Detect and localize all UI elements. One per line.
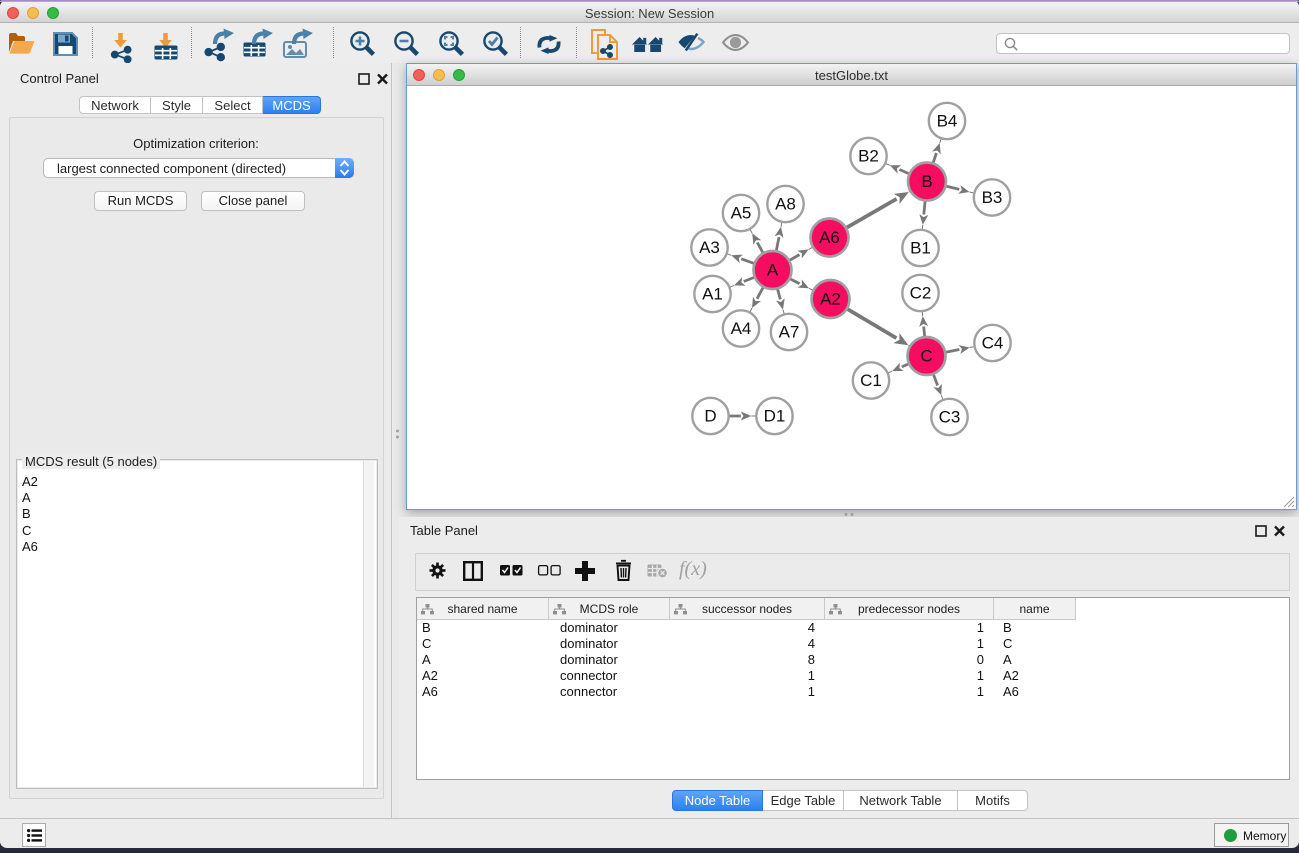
svg-text:C4: C4 xyxy=(982,334,1004,353)
svg-text:B4: B4 xyxy=(937,112,958,131)
svg-text:C3: C3 xyxy=(939,408,961,427)
svg-text:A5: A5 xyxy=(731,204,752,223)
svg-text:A7: A7 xyxy=(779,323,800,342)
svg-text:A4: A4 xyxy=(731,319,752,338)
svg-text:A1: A1 xyxy=(702,285,723,304)
svg-text:D1: D1 xyxy=(764,407,786,426)
svg-text:C2: C2 xyxy=(910,284,932,303)
svg-text:B1: B1 xyxy=(910,239,931,258)
svg-text:A6: A6 xyxy=(819,228,840,247)
svg-text:A3: A3 xyxy=(699,238,720,257)
svg-text:D: D xyxy=(704,407,716,426)
svg-text:B3: B3 xyxy=(982,188,1003,207)
svg-text:A2: A2 xyxy=(820,290,841,309)
svg-text:A: A xyxy=(767,261,779,280)
svg-text:B: B xyxy=(921,172,932,191)
svg-text:B2: B2 xyxy=(858,147,879,166)
svg-text:C1: C1 xyxy=(860,371,882,390)
svg-text:A8: A8 xyxy=(775,195,796,214)
svg-text:C: C xyxy=(920,347,932,366)
